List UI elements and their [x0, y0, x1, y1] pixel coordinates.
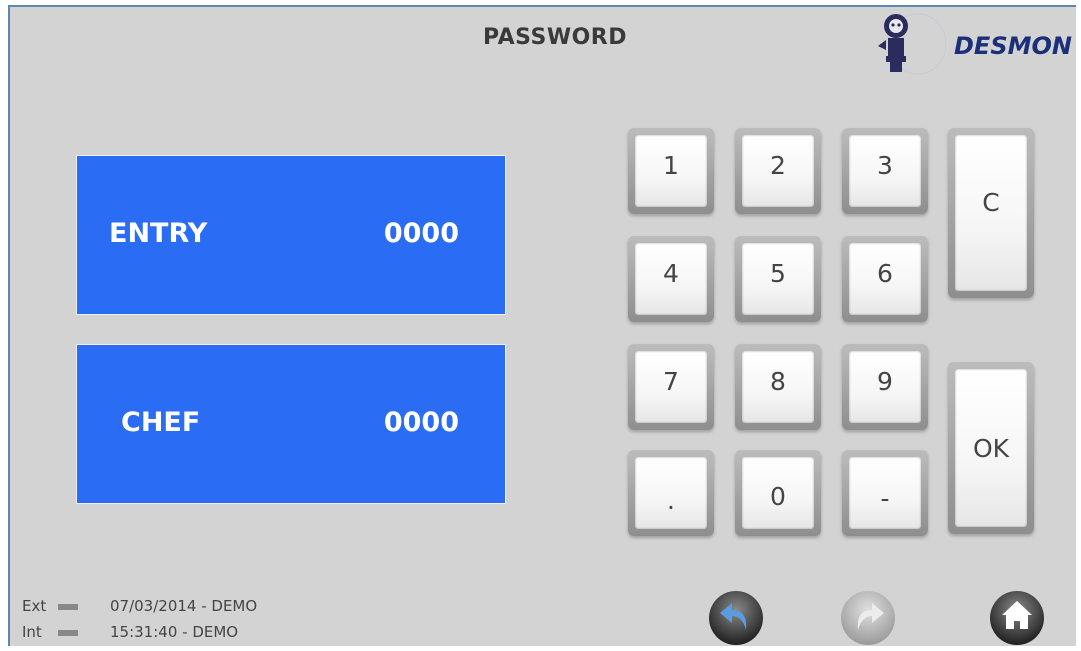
key-minus-label: - [849, 457, 921, 529]
key-5-label: 5 [742, 243, 814, 315]
key-9[interactable]: 9 [842, 344, 928, 430]
clear-button[interactable]: C [948, 128, 1034, 298]
int-text: 15:31:40 - DEMO [110, 623, 239, 641]
desmon-logo: DESMON [866, 10, 1076, 80]
key-1[interactable]: 1 [628, 128, 714, 214]
key-8[interactable]: 8 [735, 344, 821, 430]
ext-text: 07/03/2014 - DEMO [110, 597, 258, 615]
chef-label: CHEF [121, 407, 201, 438]
key-7[interactable]: 7 [628, 344, 714, 430]
key-dot[interactable]: . [628, 450, 714, 536]
entry-value: 0000 [383, 218, 459, 249]
key-0[interactable]: 0 [735, 450, 821, 536]
page-title: PASSWORD [482, 25, 627, 50]
key-1-label: 1 [635, 135, 707, 207]
ok-button[interactable]: OK [948, 362, 1034, 534]
key-7-label: 7 [635, 351, 707, 423]
status-ext: Ext 07/03/2014 - DEMO [22, 597, 257, 615]
key-minus[interactable]: - [842, 450, 928, 536]
key-dot-label: . [635, 457, 707, 529]
logo-text: DESMON [954, 32, 1072, 60]
key-3[interactable]: 3 [842, 128, 928, 214]
redo-arrow-icon [841, 591, 895, 645]
key-0-label: 0 [742, 457, 814, 529]
main-panel [8, 5, 1076, 646]
key-6[interactable]: 6 [842, 236, 928, 322]
mascot-logo-icon [878, 13, 947, 75]
ext-indicator [58, 603, 78, 610]
home-button[interactable] [987, 586, 1047, 646]
key-5[interactable]: 5 [735, 236, 821, 322]
entry-field[interactable]: ENTRY 0000 [76, 155, 506, 315]
key-4[interactable]: 4 [628, 236, 714, 322]
key-3-label: 3 [849, 135, 921, 207]
ext-label: Ext [22, 597, 47, 615]
int-label: Int [22, 623, 42, 641]
chef-field[interactable]: CHEF 0000 [76, 344, 506, 504]
ok-button-label: OK [955, 369, 1027, 527]
home-icon [990, 591, 1044, 645]
key-9-label: 9 [849, 351, 921, 423]
clear-button-label: C [955, 135, 1027, 291]
status-int: Int 15:31:40 - DEMO [22, 623, 238, 641]
entry-label: ENTRY [109, 218, 208, 249]
key-6-label: 6 [849, 243, 921, 315]
key-2-label: 2 [742, 135, 814, 207]
int-indicator [58, 629, 78, 636]
forward-button[interactable] [838, 586, 898, 646]
key-4-label: 4 [635, 243, 707, 315]
chef-value: 0000 [383, 407, 459, 438]
key-8-label: 8 [742, 351, 814, 423]
back-button[interactable] [706, 586, 766, 646]
undo-arrow-icon [709, 591, 763, 645]
key-2[interactable]: 2 [735, 128, 821, 214]
